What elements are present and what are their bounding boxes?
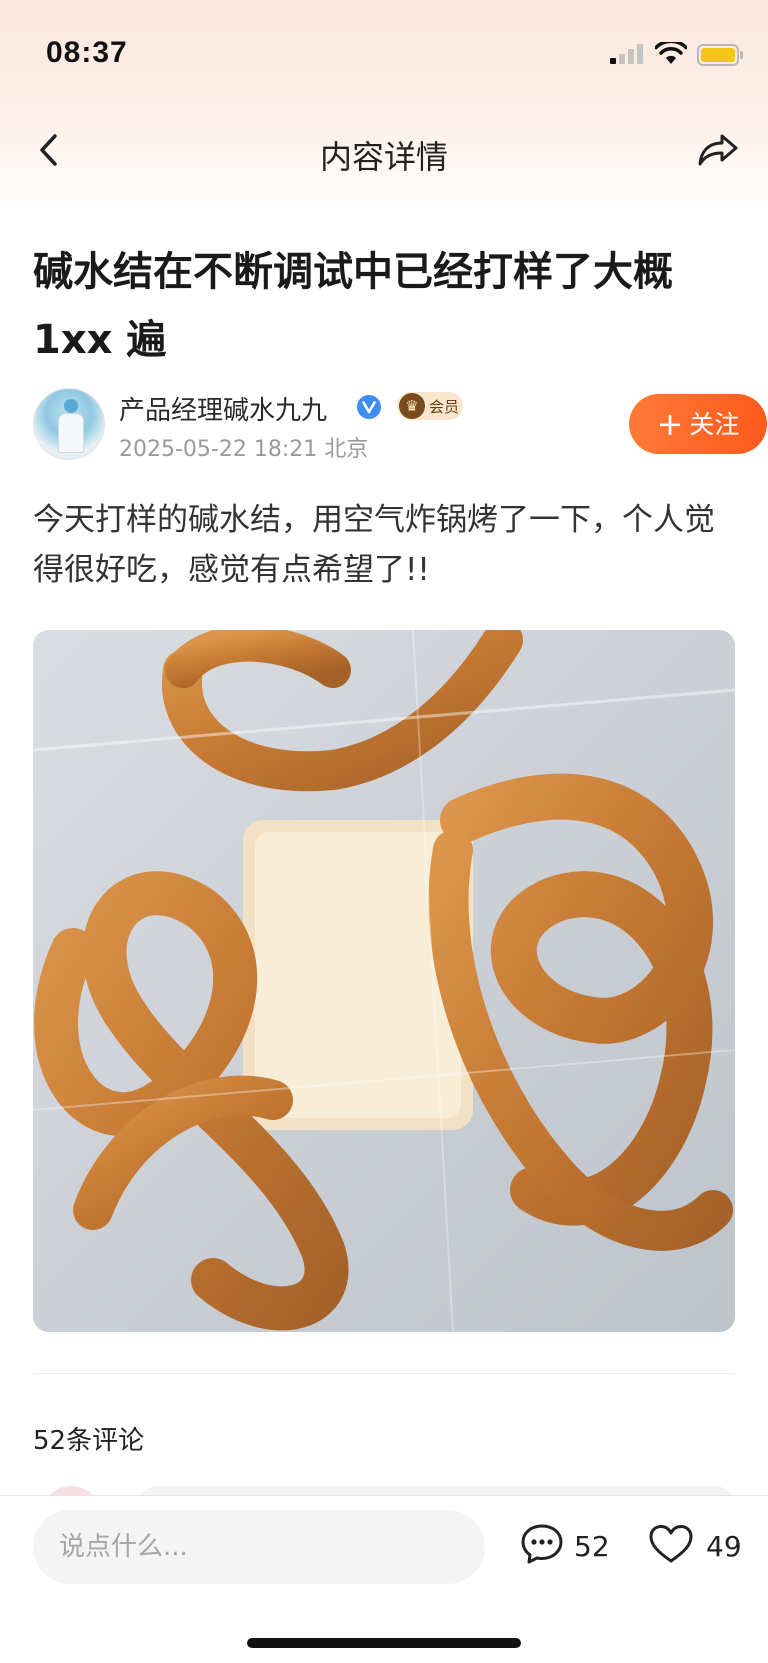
status-bar: 08:37: [0, 0, 768, 100]
follow-label: 关注: [689, 410, 740, 439]
cellular-signal-icon: [610, 44, 643, 64]
follow-button[interactable]: + 关注: [629, 394, 767, 454]
comments-header: 52条评论: [33, 1426, 145, 1456]
comment-bubble-icon: [521, 1524, 563, 1564]
crown-icon: ♛: [399, 393, 425, 419]
battery-icon: [697, 44, 743, 66]
pretzel-photo-illustration: [33, 630, 735, 1332]
post-body: 今天打样的碱水结，用空气炸锅烤了一下，个人觉得很好吃，感觉有点希望了!!: [33, 502, 715, 588]
divider: [33, 1373, 735, 1374]
like-button[interactable]: 49: [648, 1522, 748, 1570]
comments-button[interactable]: 52: [520, 1522, 620, 1570]
share-arrow-icon: [698, 134, 738, 166]
author-row: 产品经理碱水九九 ♛ 会员 2025-05-22 18:21 北京 + 关注: [33, 388, 767, 463]
member-label: 会员: [429, 398, 460, 416]
post-photo[interactable]: [33, 630, 735, 1332]
comment-input[interactable]: [33, 1510, 485, 1584]
page-title: 内容详情: [319, 138, 448, 176]
like-count: 49: [706, 1530, 742, 1563]
home-indicator[interactable]: [247, 1638, 521, 1648]
verified-v-icon: [357, 395, 381, 419]
nav-bar: 内容详情: [0, 110, 768, 190]
author-avatar[interactable]: [33, 388, 105, 460]
share-button[interactable]: [696, 130, 740, 170]
post-timestamp-location: 2025-05-22 18:21 北京: [119, 437, 369, 462]
member-badge: ♛ 会员: [397, 392, 463, 420]
post-title: 碱水结在不断调试中已经打样了大概1xx 遍: [33, 249, 673, 363]
plus-icon: +: [656, 405, 684, 443]
bottom-action-bar: 52 49: [0, 1495, 768, 1663]
author-name[interactable]: 产品经理碱水九九: [119, 390, 327, 427]
comment-count: 52: [574, 1530, 610, 1563]
heart-icon: [649, 1525, 693, 1563]
wifi-icon: [655, 42, 687, 64]
status-time: 08:37: [46, 36, 128, 69]
